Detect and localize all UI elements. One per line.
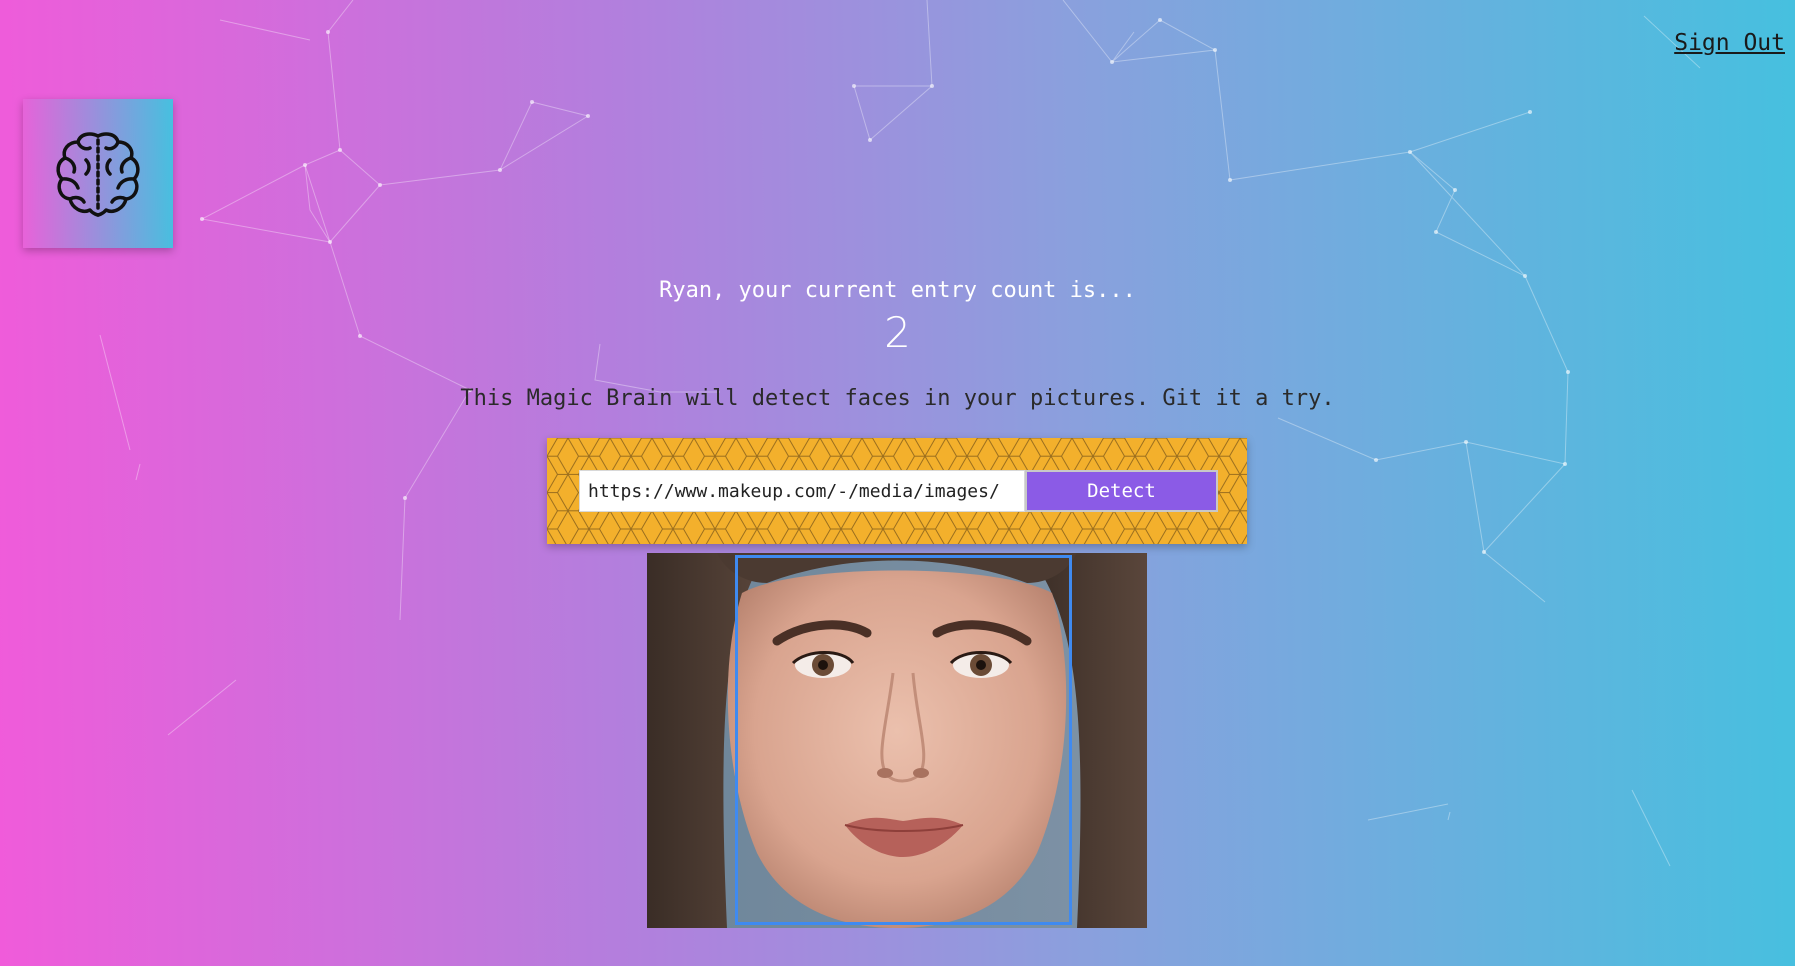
entry-count-value: 2 xyxy=(884,308,911,357)
app-description: This Magic Brain will detect faces in yo… xyxy=(460,386,1335,411)
brain-icon xyxy=(56,131,140,217)
face-photo xyxy=(647,553,1147,928)
image-url-input[interactable] xyxy=(579,470,1025,512)
logo-card xyxy=(23,99,173,248)
sign-out-link[interactable]: Sign Out xyxy=(1674,30,1785,56)
entry-count-label: Ryan, your current entry count is... xyxy=(659,278,1136,303)
image-url-form: Detect xyxy=(547,438,1247,544)
detect-button[interactable]: Detect xyxy=(1025,470,1218,512)
face-bounding-box xyxy=(735,555,1072,925)
